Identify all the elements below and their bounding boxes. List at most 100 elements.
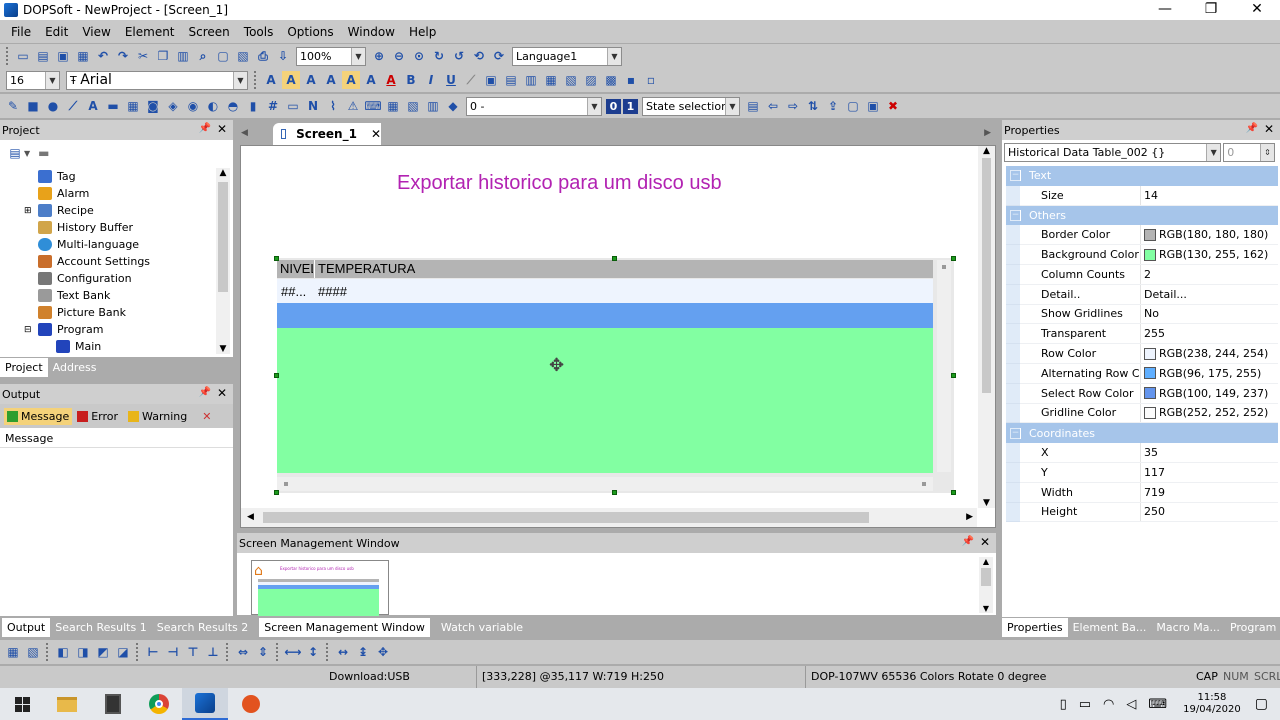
align-center-text-icon[interactable]: A [282, 71, 300, 89]
align-left-icon[interactable]: ▧ [562, 71, 580, 89]
file-explorer-taskbar-button[interactable] [44, 688, 90, 720]
property-row[interactable]: Detail.. Detail... [1006, 284, 1278, 305]
dropdown-arrow-icon[interactable]: ▼ [24, 149, 30, 158]
rotate-cw-icon[interactable]: ↻ [430, 47, 448, 65]
start-button[interactable] [0, 688, 44, 720]
resize-handle[interactable] [951, 256, 956, 261]
monitor-icon[interactable]: ▢ [844, 97, 862, 115]
paste-icon[interactable]: ▥ [174, 47, 192, 65]
object-selector-combo[interactable]: Historical Data Table_002 {} ▼ [1004, 142, 1222, 162]
bring-front-icon[interactable]: ▥ [522, 71, 540, 89]
scroll-down-icon[interactable]: ▼ [978, 498, 995, 508]
minimize-button[interactable]: — [1142, 0, 1188, 20]
state-zero-button[interactable]: 0 [606, 98, 621, 114]
scroll-right-icon[interactable] [922, 482, 926, 486]
upload-icon[interactable]: ⇪ [824, 97, 842, 115]
tree-item-text-bank[interactable]: Text Bank [0, 287, 215, 304]
screen-title-text[interactable]: Exportar historico para um disco usb [397, 172, 722, 195]
keypad-tool-icon[interactable]: ⌨ [364, 97, 382, 115]
object-index-spinner[interactable]: 0 ⇕ [1223, 142, 1275, 162]
copy-icon[interactable]: ❐ [154, 47, 172, 65]
font-name-combo[interactable]: Ŧ Arial ▼ [66, 70, 248, 90]
resize-handle[interactable] [951, 373, 956, 378]
send-back-icon[interactable]: ▦ [542, 71, 560, 89]
scroll-up-icon[interactable] [942, 265, 946, 269]
group-icon[interactable]: ▣ [482, 71, 500, 89]
scroll-thumb[interactable] [263, 512, 869, 523]
font-size-combo[interactable]: 16 ▼ [6, 70, 60, 90]
order-back-icon[interactable]: ◨ [74, 643, 92, 661]
tab-output[interactable]: Output [2, 618, 51, 637]
open-folder-icon[interactable]: ▤ [34, 47, 52, 65]
property-row[interactable]: Background Color RGB(130, 255, 162) [1006, 245, 1278, 265]
align-top-edge-icon[interactable]: ⊤ [184, 643, 202, 661]
save-as-icon[interactable]: ▦ [74, 47, 92, 65]
distribute-icon[interactable]: ▫ [642, 71, 660, 89]
toolbar-grip[interactable] [6, 47, 10, 65]
menu-help[interactable]: Help [402, 25, 443, 39]
state-one-button[interactable]: 1 [623, 98, 638, 114]
align-grid-icon[interactable]: ▦ [4, 643, 22, 661]
order-backward-icon[interactable]: ◪ [114, 643, 132, 661]
space-v-icon[interactable]: ↨ [354, 643, 372, 661]
toolbar-grip[interactable] [254, 71, 258, 89]
clear-output-icon[interactable]: ✕ [202, 410, 211, 423]
menu-element[interactable]: Element [118, 25, 182, 39]
zoom-combo[interactable]: 100% ▼ [296, 46, 366, 66]
bar-tool-icon[interactable]: ▮ [244, 97, 262, 115]
historical-data-table[interactable]: NIVEL TEMPERATURA ##... #### ✥ [277, 258, 954, 493]
project-scrollbar[interactable]: ▲ ▼ [216, 168, 230, 354]
font-color-icon[interactable]: A [382, 71, 400, 89]
menu-edit[interactable]: Edit [38, 25, 75, 39]
tab-search-results-1[interactable]: Search Results 1 [50, 618, 152, 637]
color-swatch[interactable] [1144, 367, 1156, 380]
battery-icon[interactable]: ▭ [1079, 697, 1091, 712]
maximize-button[interactable]: ❐ [1188, 0, 1234, 20]
display-tool-icon[interactable]: ▭ [284, 97, 302, 115]
numeric-entry-icon[interactable]: N [304, 97, 322, 115]
order-front-icon[interactable]: ◧ [54, 643, 72, 661]
category-others[interactable]: − Others [1006, 205, 1278, 226]
import-icon[interactable]: ⇦ [764, 97, 782, 115]
tree-item-configuration[interactable]: Configuration [0, 270, 215, 287]
scroll-thumb[interactable] [981, 568, 991, 586]
selected-row[interactable] [277, 303, 933, 328]
tab-project[interactable]: Project [0, 357, 48, 377]
align-right-text-icon[interactable]: A [302, 71, 320, 89]
tree-item-recipe[interactable]: ⊞ Recipe [0, 202, 215, 219]
tree-item-alarm[interactable]: Alarm [0, 185, 215, 202]
align-bottom-edge-icon[interactable]: ⊥ [204, 643, 222, 661]
notifications-icon[interactable]: ▢ [1255, 696, 1268, 712]
color-swatch[interactable] [1144, 347, 1156, 360]
scroll-up-icon[interactable]: ▲ [979, 557, 993, 566]
dopsoft-taskbar-button[interactable] [182, 688, 228, 720]
pin-icon[interactable]: 📌 [199, 387, 211, 398]
toolbar-grip[interactable] [226, 643, 230, 661]
volume-icon[interactable]: ◁ [1126, 697, 1136, 712]
tab-scroll-left-icon[interactable]: ◀ [241, 128, 248, 138]
usb-device-icon[interactable]: ▯ [1060, 697, 1067, 712]
calculator-taskbar-button[interactable] [90, 688, 136, 720]
resize-handle[interactable] [612, 490, 617, 495]
other-app-taskbar-button[interactable] [228, 688, 274, 720]
align-center-icon[interactable]: ⊣ [164, 643, 182, 661]
lamp-tool-icon[interactable]: ◉ [184, 97, 202, 115]
refresh-icon[interactable]: ⟲ [470, 47, 488, 65]
distribute-h-icon[interactable]: ⟷ [284, 643, 302, 661]
center-screen-icon[interactable]: ✥ [374, 643, 392, 661]
new-file-icon[interactable]: ▭ [14, 47, 32, 65]
tab-watch-variable[interactable]: Watch variable [436, 618, 528, 637]
align-top-icon[interactable]: ▩ [602, 71, 620, 89]
bar-chart-tool-icon[interactable]: ▥ [424, 97, 442, 115]
align-bottom-text-icon[interactable]: A [362, 71, 380, 89]
zoom-out-icon[interactable]: ⊖ [390, 47, 408, 65]
error-filter-button[interactable]: Error [72, 408, 123, 425]
cut-icon[interactable]: ✂ [134, 47, 152, 65]
reload-icon[interactable]: ⟳ [490, 47, 508, 65]
menu-view[interactable]: View [75, 25, 117, 39]
rotate-ccw-icon[interactable]: ↺ [450, 47, 468, 65]
table-vertical-scrollbar[interactable] [937, 260, 951, 472]
menu-options[interactable]: Options [280, 25, 340, 39]
save-icon[interactable]: ▣ [54, 47, 72, 65]
scroll-down-icon[interactable]: ▼ [216, 344, 230, 354]
